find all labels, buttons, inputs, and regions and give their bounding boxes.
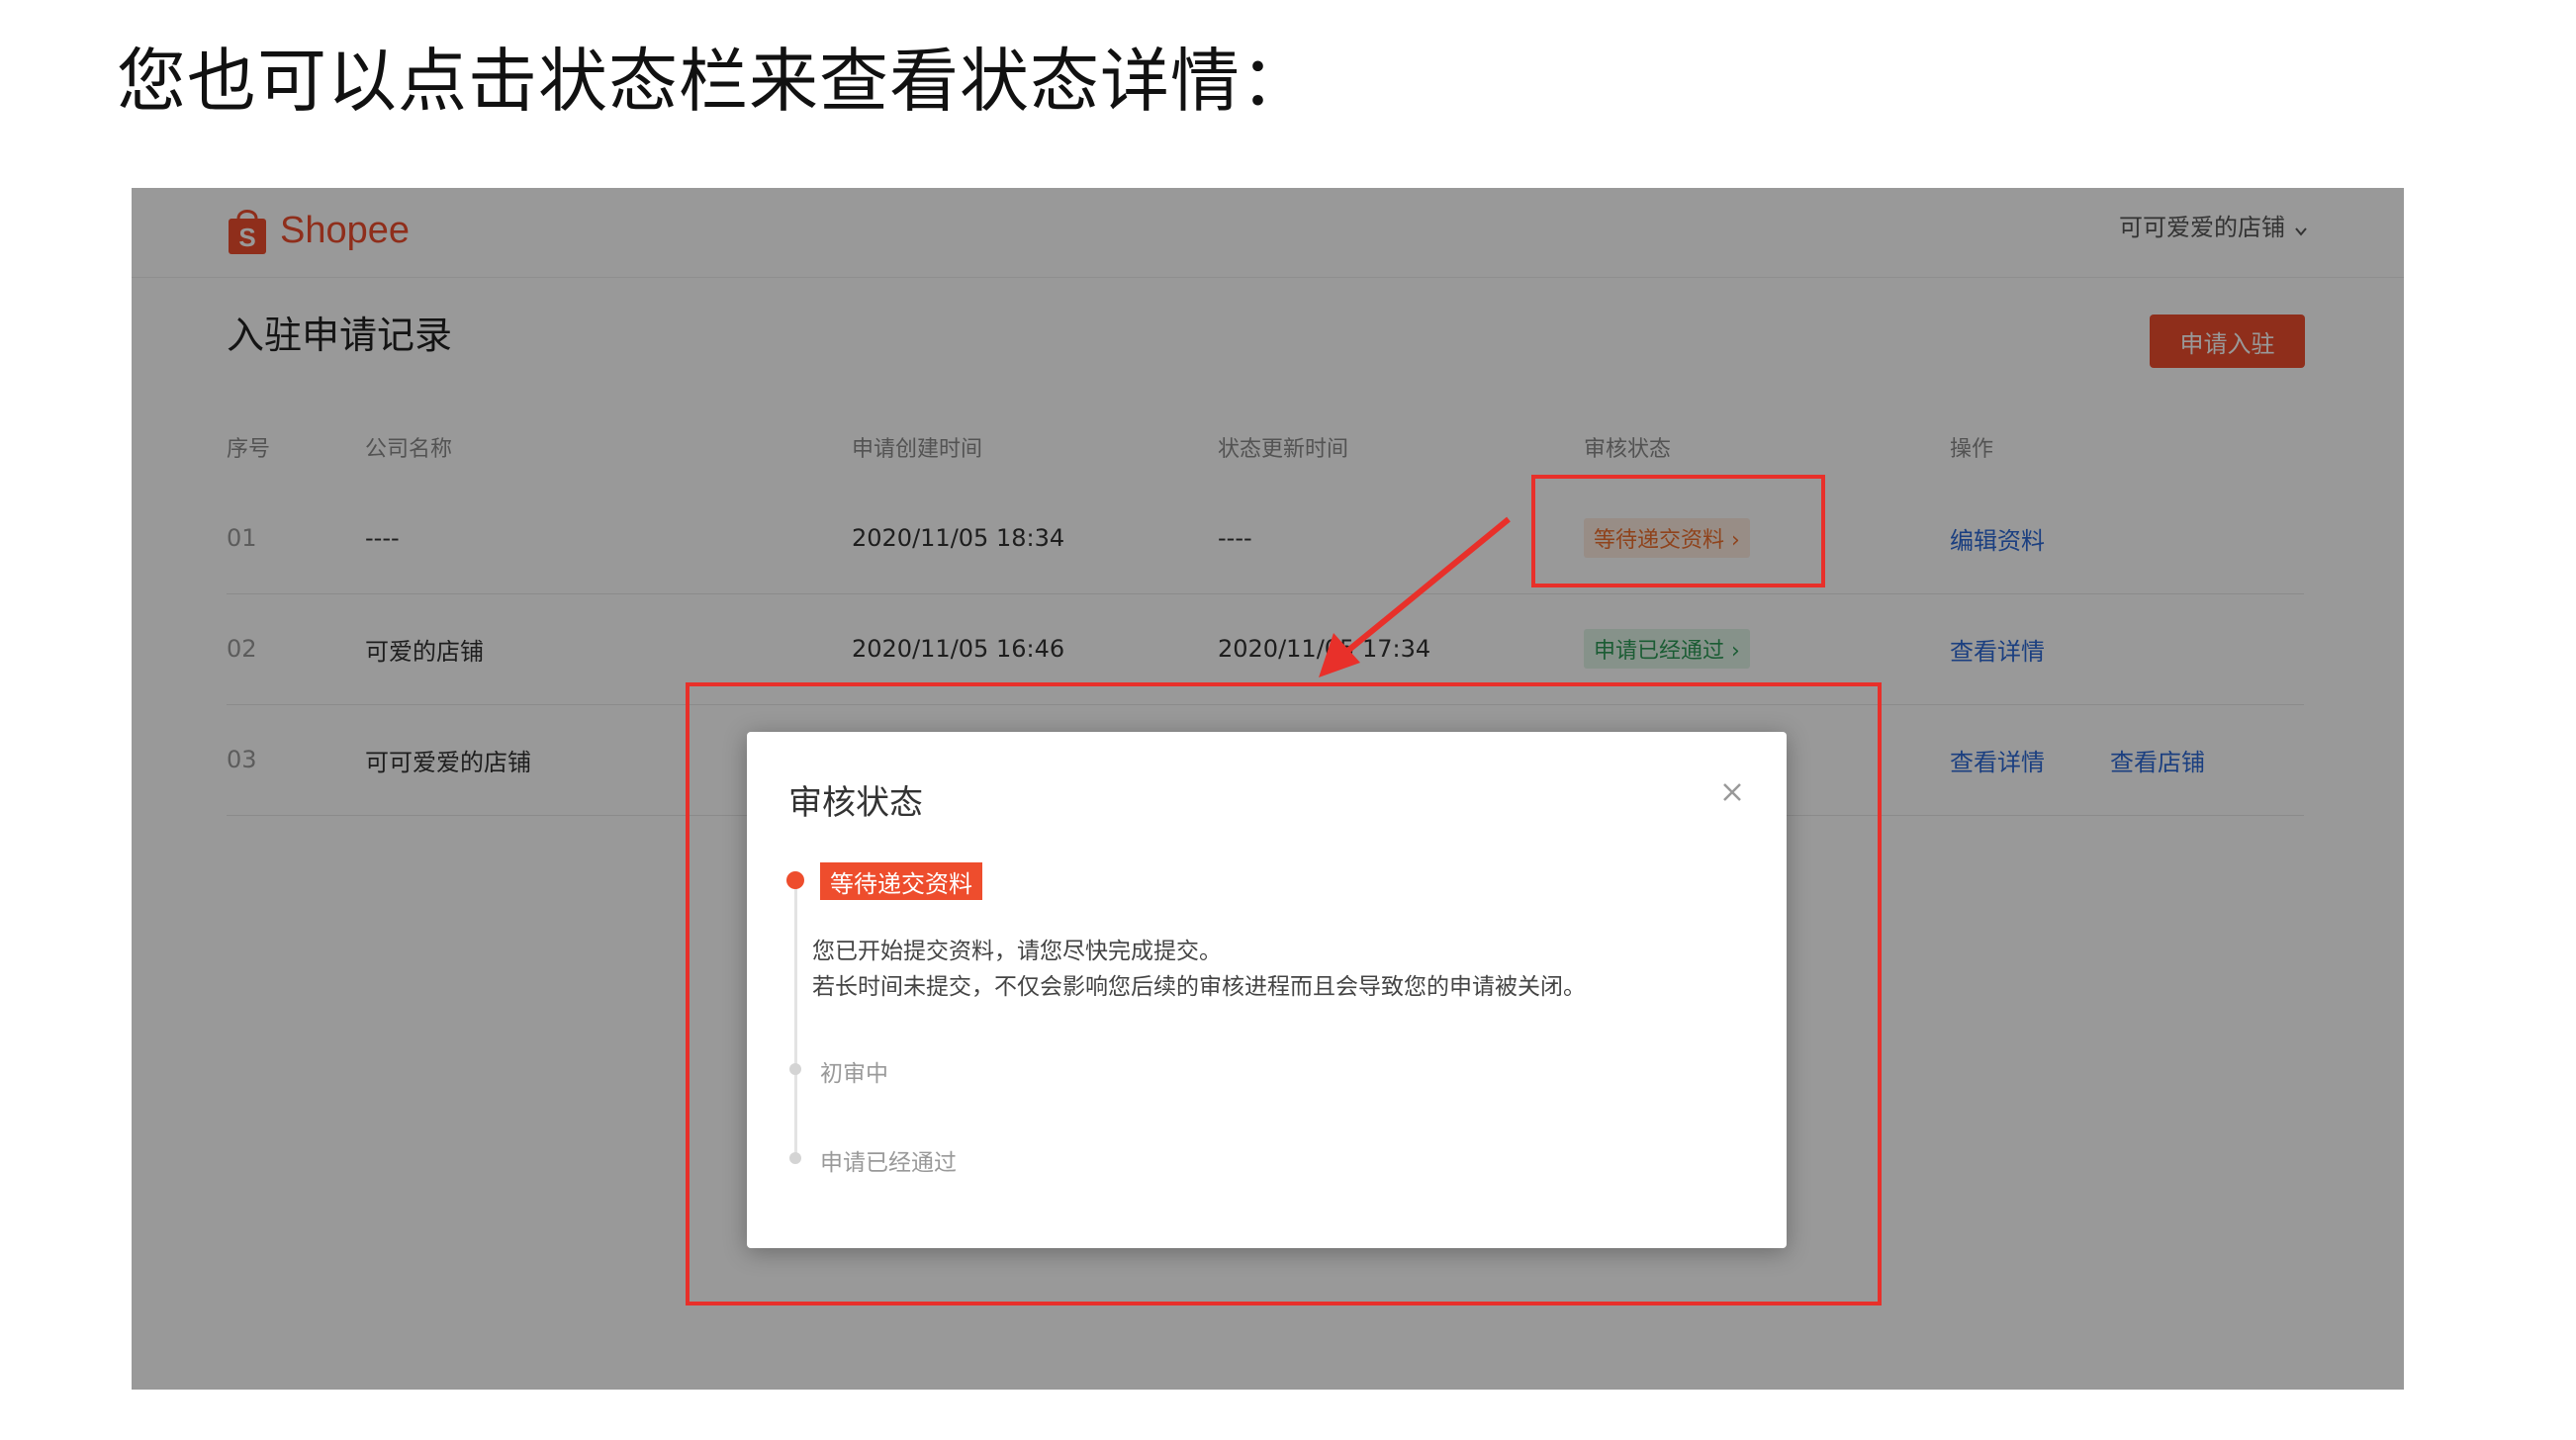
- highlight-modal-box: [686, 682, 1882, 1305]
- highlight-status-box: [1531, 475, 1825, 587]
- instruction-caption: 您也可以点击状态栏来查看状态详情：: [117, 41, 1311, 122]
